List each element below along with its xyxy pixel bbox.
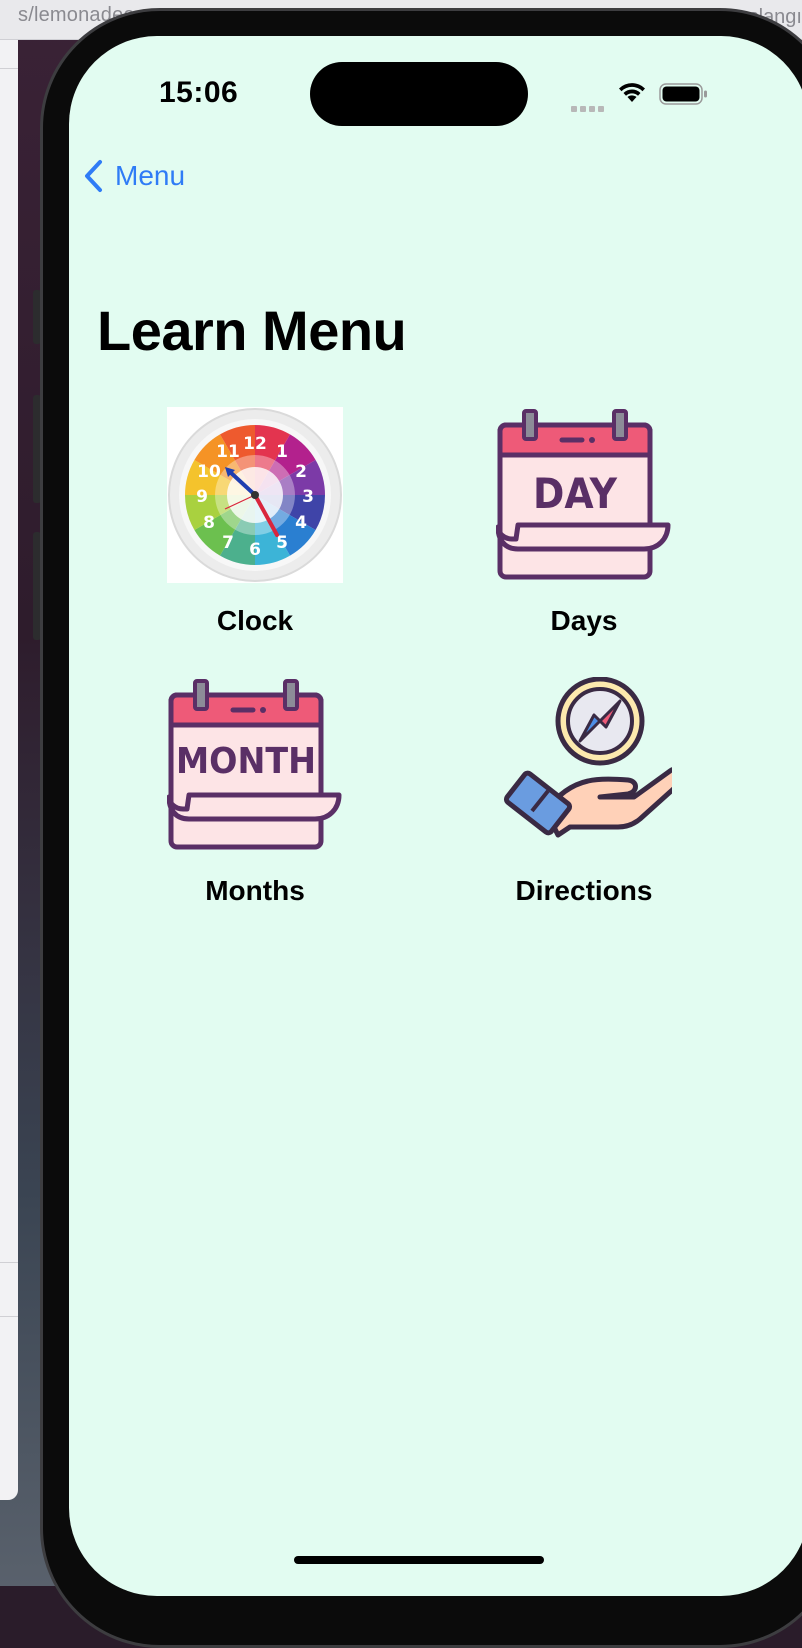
tile-label: Clock bbox=[216, 605, 294, 636]
side-panel bbox=[0, 40, 18, 1500]
dynamic-island bbox=[310, 62, 528, 126]
tile-directions[interactable]: Directions bbox=[434, 676, 734, 907]
tile-clock[interactable]: 12 1 2 3 4 5 6 7 8 9 10 11 Clock bbox=[105, 407, 405, 637]
tile-days[interactable]: DAY Days bbox=[434, 407, 734, 637]
app-screen: 15:06 Menu Learn Menu 12 1 2 3 4 5 6 7 8… bbox=[69, 36, 802, 1596]
home-indicator[interactable] bbox=[294, 1556, 544, 1564]
page-title: Learn Menu bbox=[97, 299, 407, 362]
back-label: Menu bbox=[115, 160, 186, 191]
clock-icon: 12 1 2 3 4 5 6 7 8 9 10 11 bbox=[167, 407, 343, 583]
calendar-day-text: DAY bbox=[533, 469, 618, 518]
clock-number: 3 bbox=[302, 487, 314, 507]
tile-label: Directions bbox=[515, 875, 653, 906]
clock-number: 10 bbox=[197, 462, 221, 482]
battery-icon bbox=[659, 83, 707, 105]
compass-hand-icon bbox=[496, 676, 686, 853]
tile-label: Months bbox=[205, 875, 305, 906]
clock-number: 2 bbox=[295, 462, 307, 482]
clock-number: 1 bbox=[276, 442, 288, 462]
clock-number: 7 bbox=[222, 533, 234, 553]
clock-number: 9 bbox=[196, 487, 208, 507]
calendar-month-text: MONTH bbox=[176, 741, 316, 782]
back-button[interactable]: Menu bbox=[83, 156, 185, 196]
clock-number: 4 bbox=[295, 513, 307, 533]
cellular-signal-icon bbox=[571, 99, 607, 117]
clock-number: 6 bbox=[249, 540, 261, 560]
day-calendar-icon: DAY bbox=[495, 407, 672, 583]
clock-number: 12 bbox=[243, 434, 267, 454]
tile-label: Days bbox=[550, 605, 618, 636]
clock-number: 8 bbox=[203, 513, 215, 533]
wifi-icon bbox=[619, 83, 645, 102]
tile-months[interactable]: MONTH Months bbox=[105, 677, 405, 907]
month-calendar-icon: MONTH bbox=[166, 677, 343, 853]
status-time: 15:06 bbox=[159, 76, 239, 109]
chevron-left-icon bbox=[85, 160, 102, 192]
clock-number: 11 bbox=[216, 442, 240, 462]
